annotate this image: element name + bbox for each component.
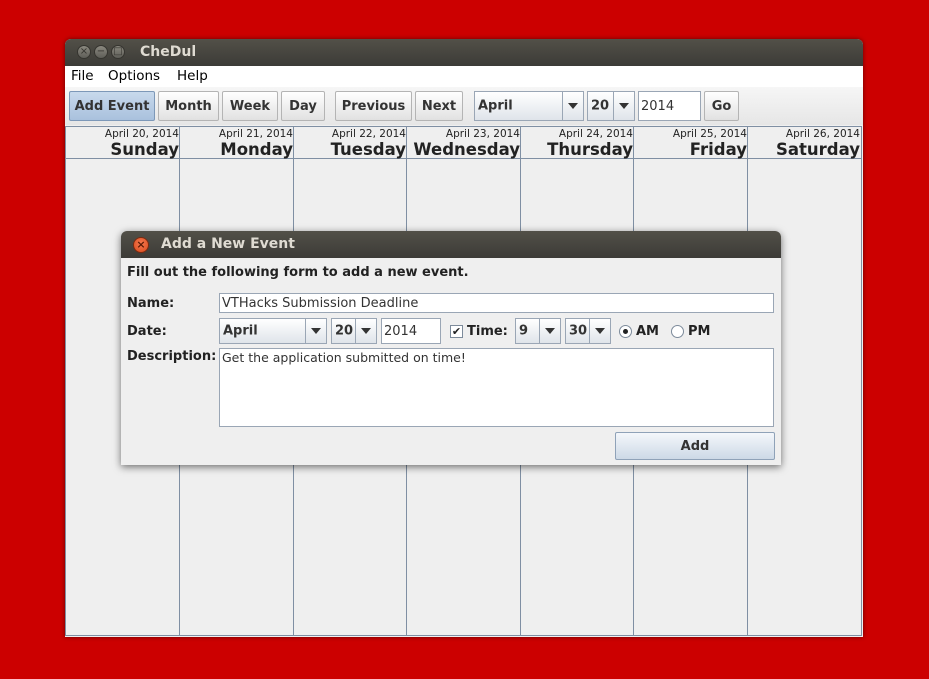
day-name: Thursday [547, 140, 633, 159]
event-month-select[interactable]: April [219, 318, 327, 344]
day-header: April 23, 2014 Wednesday [407, 127, 521, 159]
menu-options[interactable]: Options [108, 68, 160, 84]
name-label: Name: [127, 296, 175, 311]
day-date: April 20, 2014 [104, 128, 179, 140]
add-event-button[interactable]: Add Event [69, 91, 155, 121]
day-date: April 24, 2014 [558, 128, 633, 140]
day-date: April 21, 2014 [218, 128, 293, 140]
event-year-input[interactable]: 2014 [381, 318, 441, 344]
add-event-dialog: × Add a New Event Fill out the following… [121, 231, 781, 465]
day-header: April 26, 2014 Saturday [748, 127, 861, 159]
day-view-button[interactable]: Day [281, 91, 325, 121]
event-day-value: 20 [335, 323, 354, 339]
chevron-down-icon [305, 319, 326, 343]
day-date: April 23, 2014 [445, 128, 520, 140]
window-titlebar[interactable]: × − □ CheDul [65, 39, 863, 66]
week-view-button[interactable]: Week [222, 91, 278, 121]
close-icon[interactable]: × [133, 237, 149, 253]
am-label: AM [636, 324, 659, 339]
chevron-down-icon [589, 319, 610, 343]
time-checkbox[interactable]: ✔ [450, 325, 463, 338]
am-radio[interactable] [619, 325, 632, 338]
day-name: Sunday [110, 140, 179, 159]
day-name: Tuesday [330, 140, 406, 159]
event-name-input[interactable]: VTHacks Submission Deadline [219, 293, 774, 313]
minute-select[interactable]: 30 [565, 318, 611, 344]
minute-value: 30 [569, 323, 588, 339]
event-day-select[interactable]: 20 [331, 318, 377, 344]
month-select[interactable]: April [474, 91, 584, 121]
event-month-value: April [223, 323, 258, 339]
previous-button[interactable]: Previous [335, 91, 412, 121]
minimize-window-icon[interactable]: − [94, 45, 108, 59]
chevron-down-icon [539, 319, 560, 343]
dialog-instructions: Fill out the following form to add a new… [127, 265, 469, 280]
menu-bar: File Options Help [65, 66, 863, 87]
chevron-down-icon [562, 92, 583, 120]
dialog-title: Add a New Event [161, 236, 295, 252]
pm-radio[interactable] [671, 325, 684, 338]
date-label: Date: [127, 324, 167, 339]
add-button[interactable]: Add [615, 432, 775, 460]
menu-help[interactable]: Help [177, 68, 208, 84]
day-header: April 25, 2014 Friday [634, 127, 748, 159]
year-input[interactable]: 2014 [638, 91, 701, 121]
hour-value: 9 [519, 323, 529, 339]
maximize-window-icon[interactable]: □ [111, 45, 125, 59]
day-header: April 24, 2014 Thursday [521, 127, 634, 159]
pm-label: PM [688, 324, 711, 339]
dialog-titlebar[interactable]: × Add a New Event [121, 231, 781, 258]
day-date: April 25, 2014 [672, 128, 747, 140]
time-label: Time: [467, 324, 508, 339]
next-button[interactable]: Next [415, 91, 463, 121]
go-button[interactable]: Go [704, 91, 739, 121]
day-name: Saturday [776, 140, 860, 159]
hour-select[interactable]: 9 [515, 318, 561, 344]
description-label: Description: [127, 349, 217, 364]
day-date: April 22, 2014 [331, 128, 406, 140]
toolbar: Add Event Month Week Day Previous Next A… [65, 87, 863, 125]
day-date: April 26, 2014 [785, 128, 860, 140]
day-header: April 20, 2014 Sunday [66, 127, 180, 159]
menu-file[interactable]: File [71, 68, 94, 84]
day-header: April 22, 2014 Tuesday [294, 127, 407, 159]
day-name: Wednesday [413, 140, 520, 159]
window-title: CheDul [140, 44, 197, 60]
chevron-down-icon [613, 92, 634, 120]
description-textarea[interactable]: Get the application submitted on time! [219, 348, 774, 427]
month-view-button[interactable]: Month [158, 91, 219, 121]
day-name: Friday [689, 140, 747, 159]
month-select-value: April [478, 98, 513, 114]
close-window-icon[interactable]: × [77, 45, 91, 59]
day-select-value: 20 [591, 98, 610, 114]
chevron-down-icon [355, 319, 376, 343]
day-select[interactable]: 20 [587, 91, 635, 121]
day-name: Monday [220, 140, 293, 159]
day-header: April 21, 2014 Monday [180, 127, 294, 159]
